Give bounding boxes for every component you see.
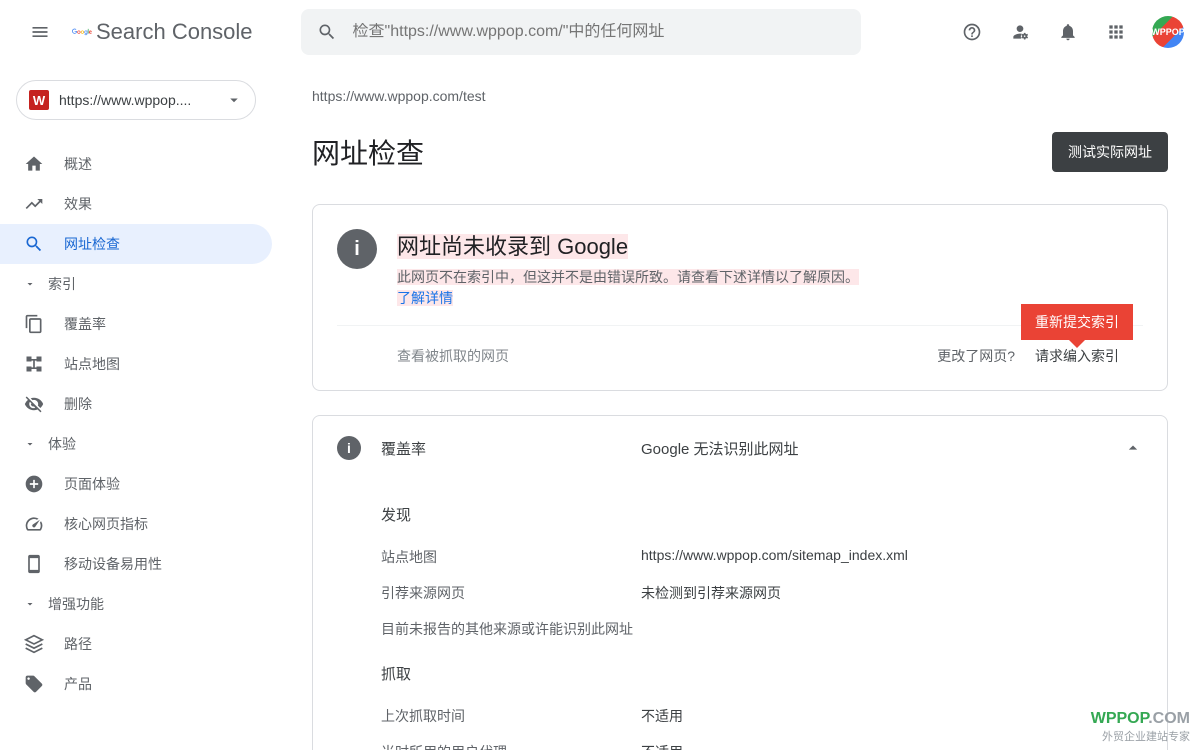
layers-icon (24, 634, 44, 654)
nav-label: 核心网页指标 (64, 514, 148, 534)
search-icon (317, 22, 337, 42)
table-row: 当时所用的用户代理 不适用 (381, 734, 1143, 750)
nav-core-web-vitals[interactable]: 核心网页指标 (0, 504, 272, 544)
caret-down-icon (24, 594, 36, 614)
coverage-header[interactable]: i 覆盖率 Google 无法识别此网址 (313, 416, 1167, 480)
help-button[interactable] (952, 12, 992, 52)
pages-icon (24, 314, 44, 334)
search-input[interactable] (353, 23, 845, 41)
nav-label: 网址检查 (64, 234, 120, 254)
page-changed-label: 更改了网页? (937, 346, 1015, 366)
learn-more-link[interactable]: 了解详情 (397, 290, 453, 306)
table-row: 站点地图 https://www.wppop.com/sitemap_index… (381, 539, 1143, 575)
coverage-status: Google 无法识别此网址 (641, 438, 799, 459)
nav-sitemaps[interactable]: 站点地图 (0, 344, 272, 384)
page-title: 网址检查 (312, 132, 424, 172)
nav-label: 产品 (64, 674, 92, 694)
bell-icon (1058, 22, 1078, 42)
trending-icon (24, 194, 44, 214)
apps-grid-icon (1106, 22, 1126, 42)
nav-page-experience[interactable]: 页面体验 (0, 464, 272, 504)
speed-icon (24, 514, 44, 534)
discovery-heading: 发现 (381, 504, 1143, 525)
sidebar: W https://www.wppop.... 概述 效果 网址检查 索引 覆盖… (0, 64, 280, 750)
chevron-up-icon (1123, 438, 1143, 458)
coverage-card: i 覆盖率 Google 无法识别此网址 发现 站点地图 https://www… (312, 415, 1168, 750)
caret-down-icon (24, 274, 36, 294)
info-icon: i (337, 436, 361, 460)
search-icon (24, 234, 44, 254)
help-icon (962, 22, 982, 42)
url-search-bar[interactable] (301, 9, 861, 55)
chevron-down-icon (225, 90, 243, 110)
nav-label: 覆盖率 (64, 314, 106, 334)
status-card: i 网址尚未收录到 Google 此网页不在索引中，但这并不是由错误所致。请查看… (312, 204, 1168, 391)
person-gear-icon (1010, 22, 1030, 42)
status-title: 网址尚未收录到 Google (397, 229, 859, 261)
hamburger-icon (30, 22, 50, 42)
account-avatar[interactable]: WPPOP (1152, 16, 1184, 48)
product-name: Search Console (96, 19, 253, 45)
nav-coverage[interactable]: 覆盖率 (0, 304, 272, 344)
property-selector[interactable]: W https://www.wppop.... (16, 80, 256, 120)
crawl-heading: 抓取 (381, 663, 1143, 684)
nav-mobile-usability[interactable]: 移动设备易用性 (0, 544, 272, 584)
nav-url-inspection[interactable]: 网址检查 (0, 224, 272, 264)
logo[interactable]: Search Console (72, 19, 253, 45)
nav-label: 站点地图 (64, 354, 120, 374)
property-favicon: W (29, 90, 49, 110)
apps-button[interactable] (1096, 12, 1136, 52)
section-enhancements[interactable]: 增强功能 (0, 584, 272, 624)
nav-overview[interactable]: 概述 (0, 144, 272, 184)
callout-annotation: 重新提交索引 (1021, 304, 1133, 340)
test-live-url-button[interactable]: 测试实际网址 (1052, 132, 1168, 172)
section-label: 索引 (48, 274, 76, 294)
home-icon (24, 154, 44, 174)
notifications-button[interactable] (1048, 12, 1088, 52)
nav-label: 删除 (64, 394, 92, 414)
nav-breadcrumbs[interactable]: 路径 (0, 624, 272, 664)
main-content: https://www.wppop.com/test 网址检查 测试实际网址 i… (280, 64, 1200, 750)
section-experience[interactable]: 体验 (0, 424, 272, 464)
mobile-icon (24, 554, 44, 574)
status-description: 此网页不在索引中，但这并不是由错误所致。请查看下述详情以了解原因。 (397, 267, 859, 288)
settings-button[interactable] (1000, 12, 1040, 52)
plus-circle-icon (24, 474, 44, 494)
menu-button[interactable] (16, 8, 64, 56)
sitemap-icon (24, 354, 44, 374)
nav-label: 页面体验 (64, 474, 120, 494)
coverage-title: 覆盖率 (381, 438, 621, 459)
tag-icon (24, 674, 44, 694)
nav-label: 路径 (64, 634, 92, 654)
nav-label: 移动设备易用性 (64, 554, 162, 574)
view-crawled-page: 查看被抓取的网页 (397, 346, 509, 366)
section-label: 体验 (48, 434, 76, 454)
nav-products[interactable]: 产品 (0, 664, 272, 704)
watermark: WPPOP.COM 外贸企业建站专家 (1091, 710, 1190, 744)
property-url: https://www.wppop.... (59, 92, 215, 108)
google-logo-icon (72, 22, 92, 42)
visibility-off-icon (24, 394, 44, 414)
info-icon: i (337, 229, 377, 269)
table-row: 上次抓取时间 不适用 (381, 698, 1143, 734)
discovery-note: 目前未报告的其他来源或许能识别此网址 (381, 611, 1143, 647)
nav-performance[interactable]: 效果 (0, 184, 272, 224)
section-label: 增强功能 (48, 594, 104, 614)
table-row: 引荐来源网页 未检测到引荐来源网页 (381, 575, 1143, 611)
nav-removals[interactable]: 删除 (0, 384, 272, 424)
nav-label: 效果 (64, 194, 92, 214)
request-indexing-link[interactable]: 请求编入索引 重新提交索引 (1035, 346, 1119, 366)
nav-label: 概述 (64, 154, 92, 174)
inspected-url: https://www.wppop.com/test (312, 88, 1168, 104)
section-index[interactable]: 索引 (0, 264, 272, 304)
caret-down-icon (24, 434, 36, 454)
